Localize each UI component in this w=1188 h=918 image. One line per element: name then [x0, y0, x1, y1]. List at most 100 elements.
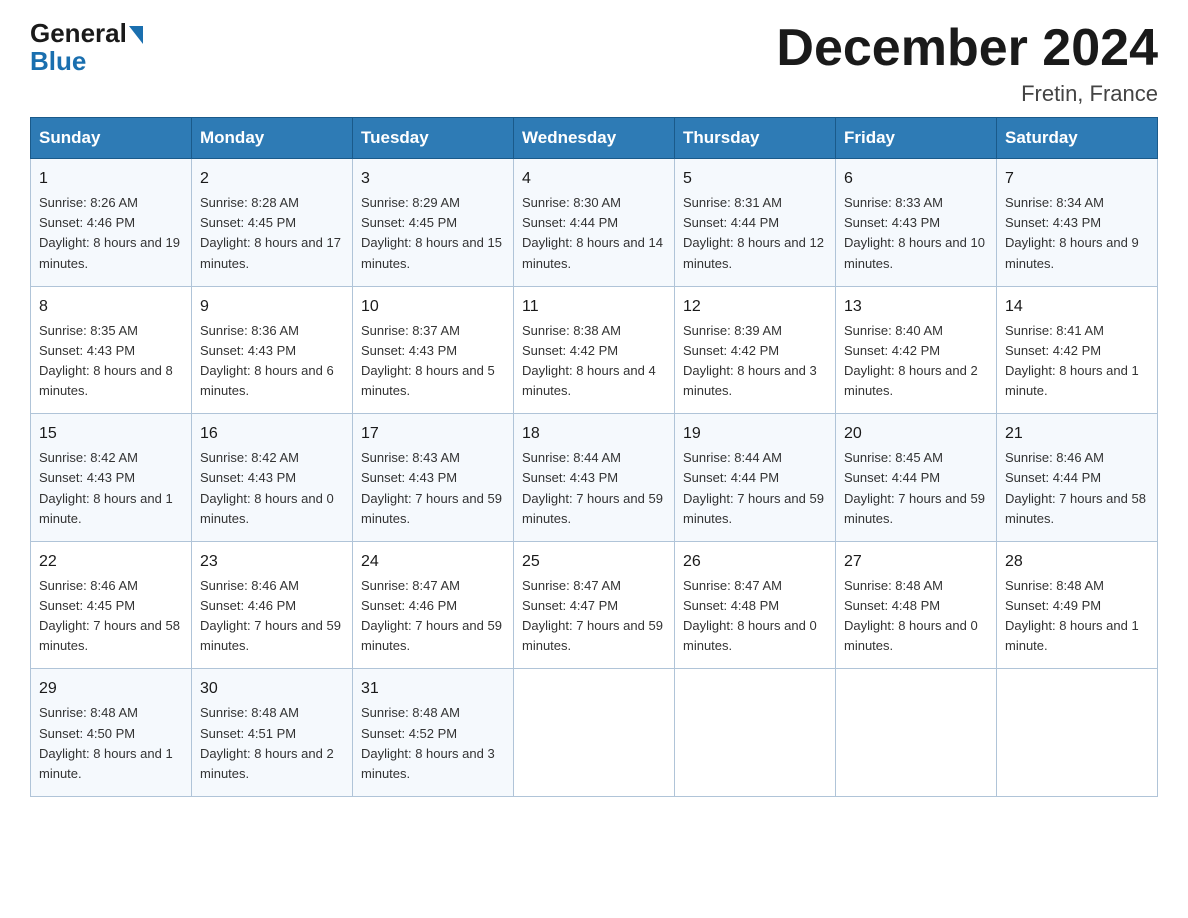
table-row: 3Sunrise: 8:29 AMSunset: 4:45 PMDaylight…	[353, 159, 514, 287]
day-number: 22	[39, 550, 183, 574]
day-info: Sunrise: 8:38 AMSunset: 4:42 PMDaylight:…	[522, 323, 656, 398]
calendar-week-row: 1Sunrise: 8:26 AMSunset: 4:46 PMDaylight…	[31, 159, 1158, 287]
day-info: Sunrise: 8:46 AMSunset: 4:46 PMDaylight:…	[200, 578, 341, 653]
day-number: 6	[844, 167, 988, 191]
col-saturday: Saturday	[997, 118, 1158, 159]
table-row	[836, 669, 997, 797]
table-row: 15Sunrise: 8:42 AMSunset: 4:43 PMDayligh…	[31, 414, 192, 542]
day-number: 27	[844, 550, 988, 574]
day-number: 14	[1005, 295, 1149, 319]
day-info: Sunrise: 8:31 AMSunset: 4:44 PMDaylight:…	[683, 195, 824, 270]
day-info: Sunrise: 8:48 AMSunset: 4:48 PMDaylight:…	[844, 578, 978, 653]
table-row: 21 Sunrise: 8:46 AMSunset: 4:44 PMDayligh…	[997, 414, 1158, 542]
day-info: Sunrise: 8:46 AMSunset: 4:45 PMDaylight:…	[39, 578, 180, 653]
table-row: 23 Sunrise: 8:46 AMSunset: 4:46 PMDayligh…	[192, 541, 353, 669]
day-number: 1	[39, 167, 183, 191]
table-row: 11 Sunrise: 8:38 AMSunset: 4:42 PMDayligh…	[514, 286, 675, 414]
table-row: 22 Sunrise: 8:46 AMSunset: 4:45 PMDayligh…	[31, 541, 192, 669]
day-info: Sunrise: 8:48 AMSunset: 4:51 PMDaylight:…	[200, 705, 334, 780]
col-sunday: Sunday	[31, 118, 192, 159]
table-row	[997, 669, 1158, 797]
calendar-week-row: 22 Sunrise: 8:46 AMSunset: 4:45 PMDayligh…	[31, 541, 1158, 669]
table-row: 19 Sunrise: 8:44 AMSunset: 4:44 PMDayligh…	[675, 414, 836, 542]
table-row: 4Sunrise: 8:30 AMSunset: 4:44 PMDaylight…	[514, 159, 675, 287]
day-number: 10	[361, 295, 505, 319]
day-info: Sunrise: 8:47 AMSunset: 4:48 PMDaylight:…	[683, 578, 817, 653]
day-number: 30	[200, 677, 344, 701]
day-info: Sunrise: 8:33 AMSunset: 4:43 PMDaylight:…	[844, 195, 985, 270]
table-row: 13 Sunrise: 8:40 AMSunset: 4:42 PMDayligh…	[836, 286, 997, 414]
day-info: Sunrise: 8:28 AMSunset: 4:45 PMDaylight:…	[200, 195, 341, 270]
calendar-table: Sunday Monday Tuesday Wednesday Thursday…	[30, 117, 1158, 797]
location: Fretin, France	[776, 81, 1158, 107]
table-row: 6 Sunrise: 8:33 AMSunset: 4:43 PMDaylight…	[836, 159, 997, 287]
table-row: 7 Sunrise: 8:34 AMSunset: 4:43 PMDaylight…	[997, 159, 1158, 287]
day-number: 12	[683, 295, 827, 319]
day-number: 29	[39, 677, 183, 701]
table-row: 14Sunrise: 8:41 AMSunset: 4:42 PMDayligh…	[997, 286, 1158, 414]
logo-general: General	[30, 20, 143, 46]
day-info: Sunrise: 8:48 AMSunset: 4:52 PMDaylight:…	[361, 705, 495, 780]
table-row: 28 Sunrise: 8:48 AMSunset: 4:49 PMDayligh…	[997, 541, 1158, 669]
day-number: 7	[1005, 167, 1149, 191]
day-info: Sunrise: 8:46 AMSunset: 4:44 PMDaylight:…	[1005, 450, 1146, 525]
day-number: 8	[39, 295, 183, 319]
day-number: 5	[683, 167, 827, 191]
day-number: 19	[683, 422, 827, 446]
day-number: 11	[522, 295, 666, 319]
day-info: Sunrise: 8:39 AMSunset: 4:42 PMDaylight:…	[683, 323, 817, 398]
table-row: 18Sunrise: 8:44 AMSunset: 4:43 PMDayligh…	[514, 414, 675, 542]
calendar-week-row: 8 Sunrise: 8:35 AMSunset: 4:43 PMDaylight…	[31, 286, 1158, 414]
day-info: Sunrise: 8:42 AMSunset: 4:43 PMDaylight:…	[39, 450, 173, 525]
day-number: 9	[200, 295, 344, 319]
calendar-week-row: 15Sunrise: 8:42 AMSunset: 4:43 PMDayligh…	[31, 414, 1158, 542]
day-number: 26	[683, 550, 827, 574]
table-row: 2 Sunrise: 8:28 AMSunset: 4:45 PMDaylight…	[192, 159, 353, 287]
table-row: 8 Sunrise: 8:35 AMSunset: 4:43 PMDaylight…	[31, 286, 192, 414]
table-row	[514, 669, 675, 797]
day-info: Sunrise: 8:44 AMSunset: 4:44 PMDaylight:…	[683, 450, 824, 525]
table-row: 9 Sunrise: 8:36 AMSunset: 4:43 PMDaylight…	[192, 286, 353, 414]
day-info: Sunrise: 8:34 AMSunset: 4:43 PMDaylight:…	[1005, 195, 1139, 270]
col-wednesday: Wednesday	[514, 118, 675, 159]
col-friday: Friday	[836, 118, 997, 159]
day-number: 25	[522, 550, 666, 574]
table-row: 31Sunrise: 8:48 AMSunset: 4:52 PMDayligh…	[353, 669, 514, 797]
table-row: 26 Sunrise: 8:47 AMSunset: 4:48 PMDayligh…	[675, 541, 836, 669]
day-info: Sunrise: 8:42 AMSunset: 4:43 PMDaylight:…	[200, 450, 334, 525]
table-row	[675, 669, 836, 797]
day-number: 13	[844, 295, 988, 319]
day-number: 21	[1005, 422, 1149, 446]
day-number: 3	[361, 167, 505, 191]
table-row: 30 Sunrise: 8:48 AMSunset: 4:51 PMDayligh…	[192, 669, 353, 797]
table-row: 1Sunrise: 8:26 AMSunset: 4:46 PMDaylight…	[31, 159, 192, 287]
day-number: 4	[522, 167, 666, 191]
day-info: Sunrise: 8:43 AMSunset: 4:43 PMDaylight:…	[361, 450, 502, 525]
table-row: 17 Sunrise: 8:43 AMSunset: 4:43 PMDayligh…	[353, 414, 514, 542]
day-info: Sunrise: 8:35 AMSunset: 4:43 PMDaylight:…	[39, 323, 173, 398]
day-number: 2	[200, 167, 344, 191]
day-info: Sunrise: 8:47 AMSunset: 4:46 PMDaylight:…	[361, 578, 502, 653]
day-info: Sunrise: 8:40 AMSunset: 4:42 PMDaylight:…	[844, 323, 978, 398]
logo: General Blue	[30, 20, 143, 77]
table-row: 5 Sunrise: 8:31 AMSunset: 4:44 PMDaylight…	[675, 159, 836, 287]
table-row: 25Sunrise: 8:47 AMSunset: 4:47 PMDayligh…	[514, 541, 675, 669]
table-row: 24 Sunrise: 8:47 AMSunset: 4:46 PMDayligh…	[353, 541, 514, 669]
logo-blue: Blue	[30, 46, 86, 77]
day-info: Sunrise: 8:48 AMSunset: 4:49 PMDaylight:…	[1005, 578, 1139, 653]
table-row: 27 Sunrise: 8:48 AMSunset: 4:48 PMDayligh…	[836, 541, 997, 669]
day-info: Sunrise: 8:44 AMSunset: 4:43 PMDaylight:…	[522, 450, 663, 525]
col-monday: Monday	[192, 118, 353, 159]
day-info: Sunrise: 8:37 AMSunset: 4:43 PMDaylight:…	[361, 323, 495, 398]
day-number: 17	[361, 422, 505, 446]
table-row: 10 Sunrise: 8:37 AMSunset: 4:43 PMDayligh…	[353, 286, 514, 414]
day-number: 24	[361, 550, 505, 574]
title-block: December 2024 Fretin, France	[776, 20, 1158, 107]
day-number: 28	[1005, 550, 1149, 574]
month-title: December 2024	[776, 20, 1158, 77]
col-thursday: Thursday	[675, 118, 836, 159]
calendar-header-row: Sunday Monday Tuesday Wednesday Thursday…	[31, 118, 1158, 159]
page-header: General Blue December 2024 Fretin, Franc…	[30, 20, 1158, 107]
day-info: Sunrise: 8:36 AMSunset: 4:43 PMDaylight:…	[200, 323, 334, 398]
day-number: 23	[200, 550, 344, 574]
